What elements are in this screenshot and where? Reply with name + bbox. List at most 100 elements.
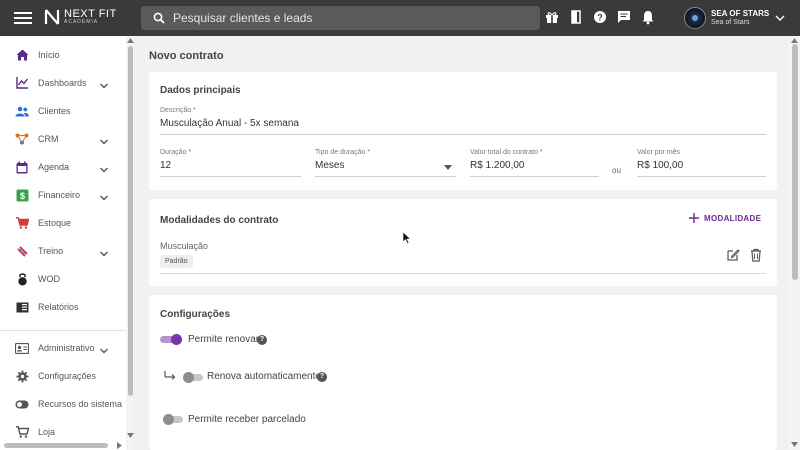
sidebar-item-financeiro[interactable]: $ Financeiro	[0, 182, 126, 208]
toggle-icon	[15, 397, 29, 411]
sidebar-item-label: Dashboards	[38, 78, 87, 88]
main-scrollbar[interactable]	[792, 44, 798, 280]
svg-text:?: ?	[597, 13, 603, 23]
subdirectory-arrow-icon	[164, 371, 176, 380]
id-card-icon	[15, 341, 29, 355]
tipo-duracao-select[interactable]: Tipo de duração * Meses	[315, 149, 456, 177]
scroll-up-icon[interactable]	[791, 38, 798, 43]
modalidade-name: Musculação	[160, 241, 209, 251]
sidebar-item-label: Loja	[38, 427, 56, 437]
permite-parcelado-label: Permite receber parcelado	[188, 414, 306, 425]
descricao-value[interactable]: Musculação Anual - 5x semana	[160, 118, 766, 134]
chevron-down-icon[interactable]	[99, 343, 109, 354]
sidebar-item-treino[interactable]: Treino	[0, 238, 126, 264]
calendar-icon	[15, 160, 29, 174]
cart-icon	[15, 216, 29, 230]
dropdown-arrow-icon	[444, 165, 452, 170]
permite-renovar-label: Permite renovar	[188, 334, 260, 345]
help-icon[interactable]: ?	[317, 372, 327, 382]
scroll-down-icon[interactable]	[791, 442, 798, 447]
sidebar-item-label: CRM	[38, 134, 59, 144]
add-modalidade-label: MODALIDADE	[704, 213, 762, 223]
scroll-down-icon[interactable]	[127, 433, 134, 438]
menu-icon[interactable]	[14, 10, 32, 26]
renova-automaticamente-label: Renova automaticamente	[207, 371, 321, 382]
kettlebell-icon	[15, 272, 29, 286]
chevron-down-icon[interactable]	[99, 190, 109, 201]
shop-icon	[15, 425, 29, 439]
chevron-down-icon[interactable]	[99, 162, 109, 173]
help-icon[interactable]: ?	[592, 8, 608, 26]
logo[interactable]: NEXT FIT ACADEMIA	[44, 8, 117, 26]
chart-icon	[15, 76, 29, 90]
search-icon	[153, 12, 165, 24]
duracao-label: Duração *	[160, 149, 192, 156]
tipo-duracao-label: Tipo de duração *	[315, 149, 370, 156]
dumbbell-icon	[15, 244, 29, 258]
sidebar-item-label: Recursos do sistema	[38, 399, 123, 409]
sidebar-item-label: Clientes	[38, 106, 71, 116]
sidebar: Início Dashboards Clientes CRM Agenda $ Financ…	[0, 36, 134, 450]
sidebar-item-loja[interactable]: Loja	[0, 419, 126, 445]
sidebar-item-clientes[interactable]: Clientes	[0, 98, 126, 124]
scroll-right-icon[interactable]	[117, 442, 122, 449]
plus-icon	[689, 213, 699, 223]
sidebar-item-label: Financeiro	[38, 190, 81, 200]
help-icon[interactable]: ?	[257, 335, 267, 345]
search-bar[interactable]	[141, 6, 540, 30]
valor-mes-field[interactable]: Valor por mês R$ 100,00	[637, 149, 766, 177]
chevron-down-icon	[775, 15, 785, 21]
add-modalidade-button[interactable]: MODALIDADE	[689, 213, 761, 223]
sidebar-item-configuracoes[interactable]: Configurações	[0, 363, 126, 389]
trash-icon[interactable]	[749, 248, 763, 262]
sidebar-item-crm[interactable]: CRM	[0, 126, 126, 152]
money-icon: $	[15, 188, 29, 202]
user-menu[interactable]: SEA OF STARS Sea of Stars	[684, 7, 785, 29]
descricao-field[interactable]: Descrição * Musculação Anual - 5x semana	[160, 107, 766, 135]
user-name: SEA OF STARS	[711, 9, 770, 19]
bell-icon[interactable]	[640, 8, 656, 26]
top-bar: NEXT FIT ACADEMIA ? SEA OF STARS Sea	[0, 0, 800, 36]
edit-icon[interactable]	[726, 248, 740, 262]
page-title: Novo contrato	[149, 50, 224, 62]
scroll-up-icon[interactable]	[127, 38, 134, 43]
sidebar-item-label: Treino	[38, 246, 64, 256]
valor-total-value[interactable]: R$ 1.200,00	[470, 160, 599, 176]
sidebar-item-dashboards[interactable]: Dashboards	[0, 70, 126, 96]
chevron-down-icon[interactable]	[99, 246, 109, 257]
door-icon[interactable]	[568, 8, 584, 26]
sidebar-item-wod[interactable]: WOD	[0, 266, 126, 292]
sidebar-item-relatorios[interactable]: Relatórios	[0, 294, 126, 320]
sidebar-scrollbar[interactable]	[128, 46, 133, 396]
svg-text:$: $	[19, 191, 24, 201]
permite-renovar-toggle[interactable]	[160, 333, 182, 345]
sidebar-item-label: Estoque	[38, 218, 72, 228]
sidebar-item-label: Administrativo	[38, 343, 95, 353]
dados-principais-title: Dados principais	[160, 85, 241, 96]
logo-subtext: ACADEMIA	[64, 19, 99, 25]
duracao-field[interactable]: Duração * 12	[160, 149, 301, 177]
chat-icon[interactable]	[616, 8, 632, 26]
descricao-label: Descrição *	[160, 107, 196, 114]
sidebar-item-agenda[interactable]: Agenda	[0, 154, 126, 180]
gift-icon[interactable]	[544, 8, 560, 26]
duracao-value[interactable]: 12	[160, 160, 301, 176]
search-input[interactable]	[173, 11, 513, 25]
sidebar-item-label: Início	[38, 50, 60, 60]
sidebar-item-administrativo[interactable]: Administrativo	[0, 335, 126, 361]
valor-total-field[interactable]: Valor total do contrato * R$ 1.200,00	[470, 149, 599, 177]
chevron-down-icon[interactable]	[99, 78, 109, 89]
renova-automaticamente-toggle[interactable]	[183, 371, 205, 383]
valor-mes-value[interactable]: R$ 100,00	[637, 160, 766, 176]
sidebar-item-inicio[interactable]: Início	[0, 42, 126, 68]
chevron-down-icon[interactable]	[99, 134, 109, 145]
sidebar-item-recursos-do-sistema[interactable]: Recursos do sistema	[0, 391, 126, 417]
tipo-duracao-value[interactable]: Meses	[315, 160, 456, 176]
report-icon	[15, 300, 29, 314]
ou-separator: ou	[612, 166, 621, 175]
crm-icon	[15, 132, 29, 146]
avatar	[684, 7, 706, 29]
sidebar-horizontal-scrollbar[interactable]	[4, 443, 108, 448]
permite-parcelado-toggle[interactable]	[163, 413, 185, 425]
sidebar-item-estoque[interactable]: Estoque	[0, 210, 126, 236]
